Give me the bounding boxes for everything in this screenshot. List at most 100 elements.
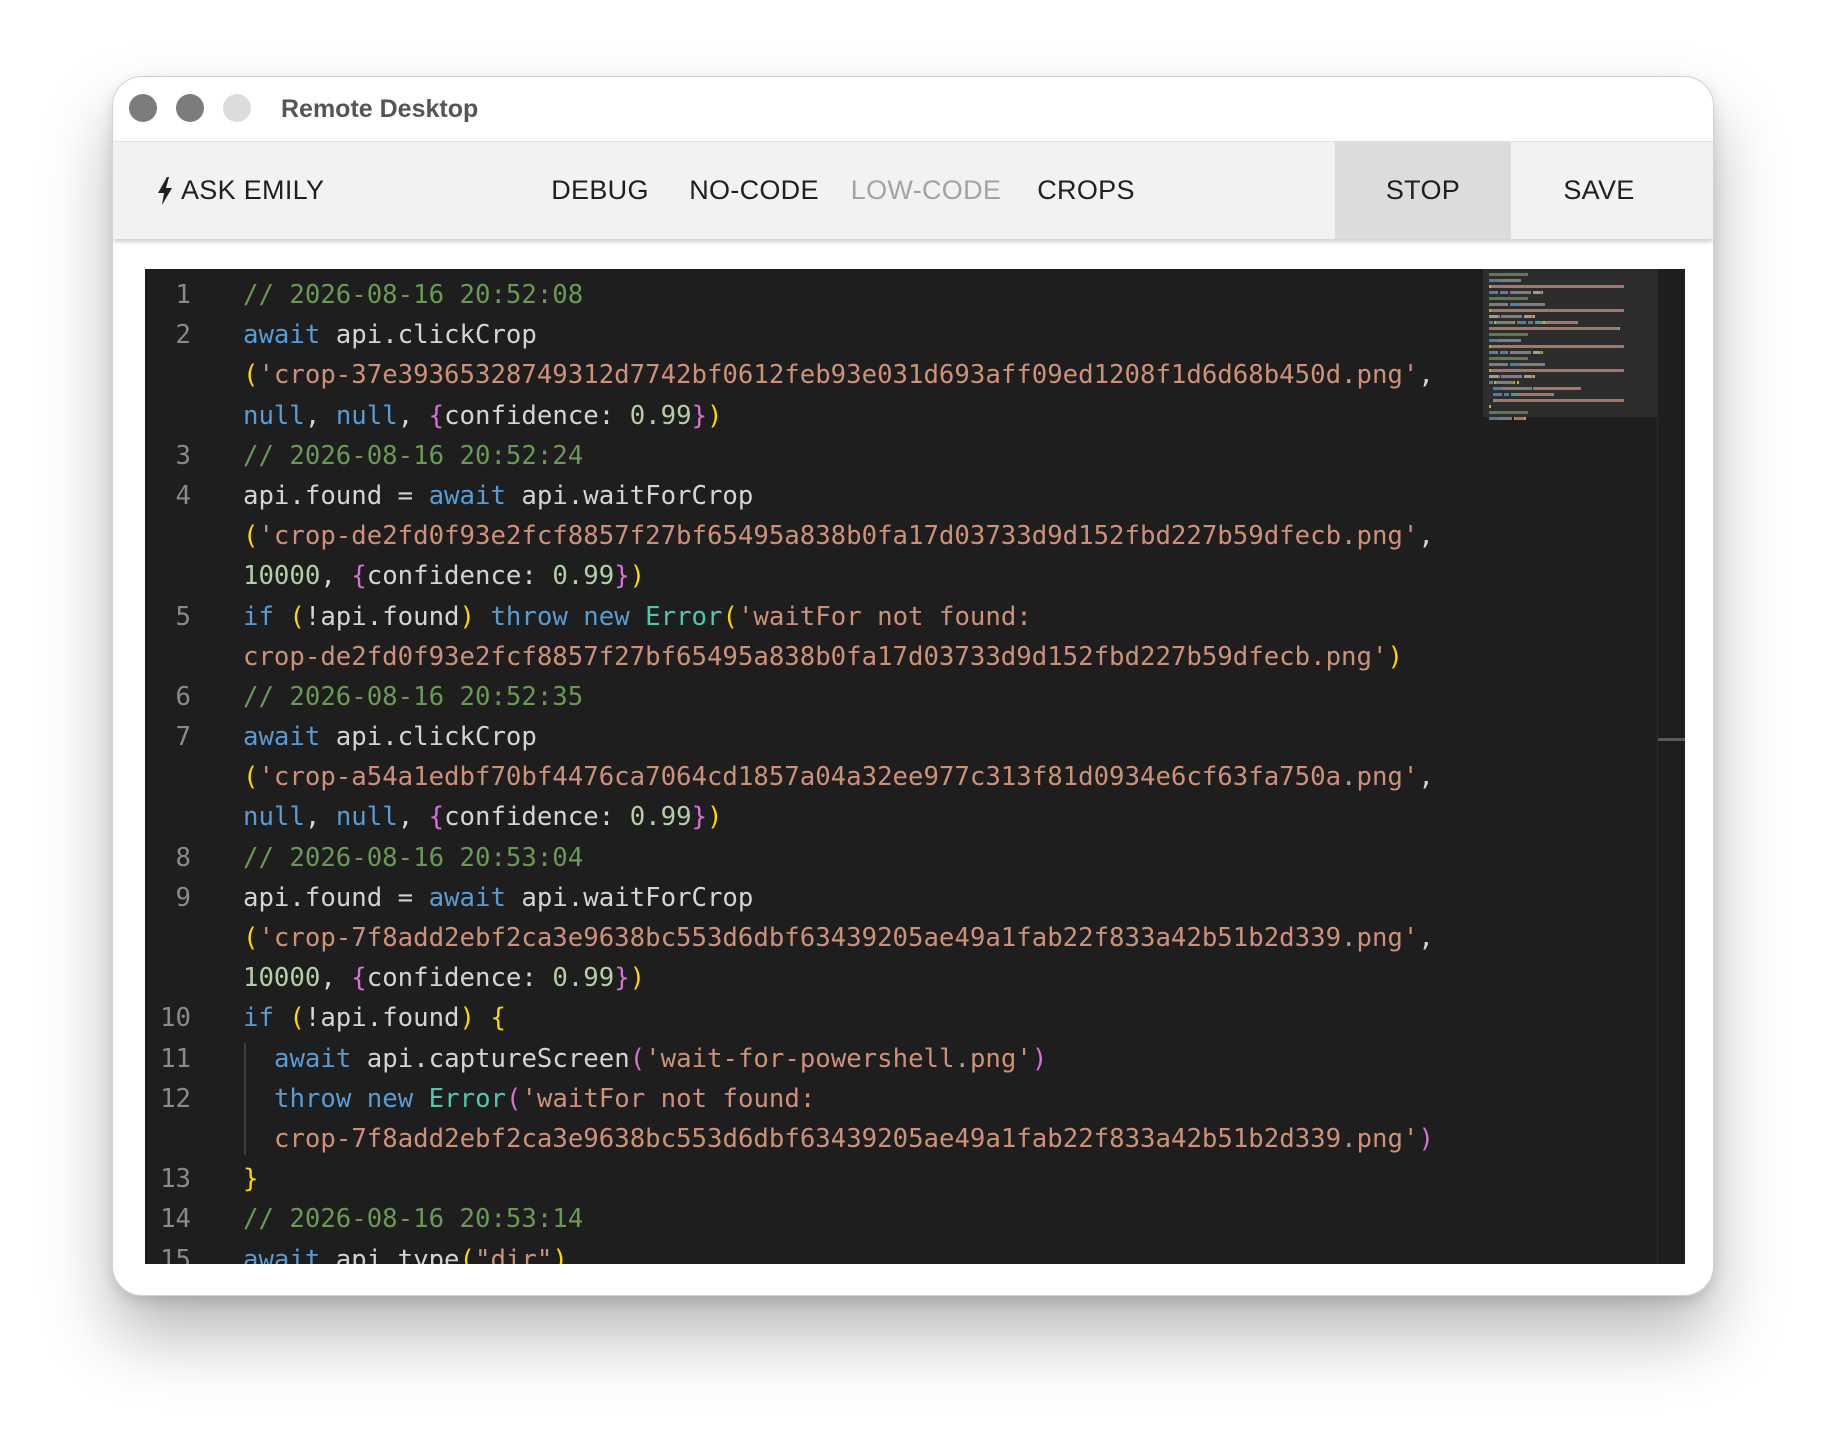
- minimap-token: [1524, 315, 1531, 318]
- line-number: 2: [175, 320, 191, 351]
- code-editor[interactable]: 1 // 2026-08-16 20:52:08 2 await api.clickC…: [145, 269, 1685, 1264]
- code-token: null: [243, 400, 305, 431]
- code-text: api.found = await api.waitForCrop: [243, 476, 753, 516]
- code-token: ): [552, 1244, 568, 1265]
- code-token: await: [243, 320, 321, 351]
- code-text: await api.captureScreen('wait-for-powers…: [274, 1039, 1047, 1079]
- stop-button[interactable]: STOP: [1335, 142, 1511, 239]
- minimap-token: [1496, 321, 1514, 324]
- minimap-token: [1497, 279, 1521, 282]
- code-token: 'crop-7f8add2ebf2ca3e9638bc553d6dbf63439…: [258, 923, 1419, 953]
- debug-button[interactable]: DEBUG: [525, 142, 675, 239]
- code-token: throw: [490, 601, 568, 632]
- minimap-token: [1497, 417, 1512, 420]
- line-number: 5: [175, 601, 191, 632]
- code-token: // 2026-08-16 20:53:14: [243, 1204, 584, 1235]
- minimap-token: [1535, 387, 1579, 390]
- code-text: 10000, {confidence: 0.99}): [243, 556, 645, 596]
- indent-guide: [244, 1042, 246, 1156]
- code-token: confidence:: [366, 561, 553, 592]
- code-text: }: [243, 1159, 258, 1199]
- code-token: 'crop-37e39365328749312d7742bf0612feb93e…: [258, 360, 1419, 391]
- low-code-button[interactable]: LOW-CODE: [841, 142, 1011, 239]
- save-button[interactable]: SAVE: [1511, 142, 1687, 239]
- code-token: (: [629, 1043, 646, 1074]
- minimap-token: [1532, 351, 1540, 354]
- code-text: if (!api.found) throw new Error('waitFor…: [243, 597, 1032, 637]
- minimap-token: [1622, 345, 1624, 348]
- minimap-token: [1521, 393, 1555, 396]
- code-token: }: [614, 561, 630, 592]
- code-token: 'waitFor not found:: [737, 601, 1032, 632]
- code-text: ('crop-de2fd0f93e2fcf8857f27bf65495a838b…: [243, 516, 1434, 556]
- minimap-token: [1532, 375, 1535, 378]
- minimap-token: [1511, 351, 1531, 354]
- app-window: Remote Desktop ASK EMILY DEBUG NO-CODE L…: [112, 76, 1714, 1296]
- code-text: 10000, {confidence: 0.99}): [243, 958, 645, 998]
- zoom-window-button[interactable]: [223, 94, 251, 122]
- code-token: ): [1418, 1123, 1434, 1154]
- line-number: 8: [175, 842, 191, 873]
- code-token: 10000: [243, 963, 321, 994]
- minimize-window-button[interactable]: [176, 94, 204, 122]
- line-number: 12: [160, 1083, 191, 1114]
- code-token: await: [274, 1043, 352, 1074]
- code-token: if: [243, 1003, 274, 1034]
- code-token: api.type: [320, 1244, 460, 1265]
- minimap-token: [1493, 393, 1502, 396]
- code-token: (: [506, 1083, 522, 1114]
- minimap-token: [1541, 351, 1544, 354]
- code-token: api.found =: [243, 882, 429, 913]
- minimap-token: [1493, 387, 1502, 390]
- code-token: await: [243, 722, 321, 753]
- close-window-button[interactable]: [129, 94, 157, 122]
- line-number: 9: [175, 882, 191, 913]
- code-token: Error: [645, 601, 723, 632]
- lightning-bolt-icon: [158, 176, 172, 205]
- line-number: 3: [175, 440, 191, 471]
- code-token: ,: [304, 400, 336, 431]
- minimap-token: [1493, 399, 1623, 402]
- minimap-token: [1497, 375, 1500, 378]
- code-token: ): [459, 1003, 475, 1034]
- minimap-token: [1622, 369, 1624, 372]
- minimap-token: [1532, 315, 1535, 318]
- code-token: (: [722, 601, 738, 632]
- crops-button[interactable]: CROPS: [1011, 142, 1161, 239]
- line-number: 1: [175, 280, 191, 310]
- minimap-token: [1489, 297, 1528, 300]
- no-code-button[interactable]: NO-CODE: [678, 142, 830, 239]
- code-token: ): [629, 963, 646, 994]
- code-text: null, null, {confidence: 0.99}): [243, 396, 723, 436]
- ask-emily-button[interactable]: ASK EMILY: [157, 142, 357, 239]
- code-token: ,: [304, 802, 336, 833]
- minimap-token: [1489, 375, 1498, 378]
- code-text: ('crop-a54a1edbf70bf4476ca7064cd1857a04a…: [243, 757, 1434, 797]
- code-token: 'crop-a54a1edbf70bf4476ca7064cd1857a04a3…: [258, 762, 1419, 793]
- minimap-token: [1541, 291, 1544, 294]
- code-token: (: [243, 360, 259, 391]
- window-title: Remote Desktop: [281, 95, 479, 123]
- code-text: api.found = await api.waitForCrop: [243, 878, 753, 918]
- code-token: 10000: [243, 561, 321, 592]
- code-token: ): [1031, 1043, 1048, 1074]
- minimap-token: [1489, 321, 1493, 324]
- minimap-token: [1489, 273, 1528, 276]
- scrollbar-thumb[interactable]: [1658, 738, 1685, 741]
- code-text: null, null, {confidence: 0.99}): [243, 797, 723, 837]
- line-number: 4: [175, 480, 191, 511]
- code-text: // 2026-08-16 20:52:35: [243, 677, 583, 717]
- vertical-scrollbar[interactable]: [1657, 269, 1685, 1264]
- code-token: // 2026-08-16 20:53:04: [243, 842, 584, 873]
- minimap-token: [1489, 357, 1528, 360]
- minimap-token: [1503, 393, 1509, 396]
- minimap-token: [1496, 351, 1498, 354]
- code-token: null: [335, 802, 398, 833]
- minimap[interactable]: [1483, 269, 1657, 1264]
- minimap-token: [1499, 351, 1507, 354]
- code-token: await: [428, 480, 506, 511]
- code-token: (: [243, 923, 259, 953]
